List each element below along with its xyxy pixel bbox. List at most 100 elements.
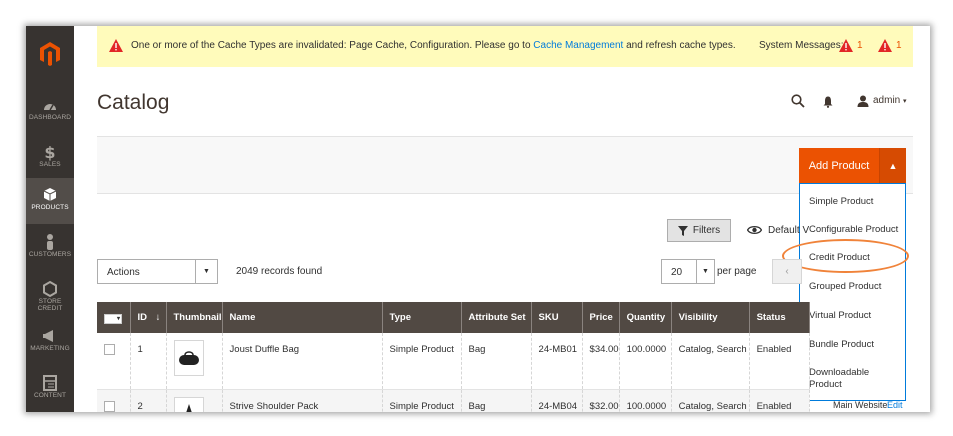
bell-icon[interactable] [823,96,833,108]
filters-label: Filters [692,225,721,236]
cache-management-link[interactable]: Cache Management [533,40,623,51]
table-row[interactable]: 2 Strive Shoulder Pack Simple Product Ba… [97,389,810,412]
sidebar-item-store-credit[interactable]: STORE CREDIT [26,272,74,318]
records-count: 2049 records found [236,266,323,277]
column-header-id[interactable]: ID ↓ [130,302,167,333]
warning-icon[interactable] [878,39,892,52]
system-message-count[interactable]: 1 [857,40,863,51]
row-checkbox[interactable] [104,344,115,355]
cell-thumbnail [166,333,223,390]
user-icon[interactable] [857,95,869,107]
column-header-status[interactable]: Status [749,302,810,333]
row-select-cell [97,333,131,390]
column-header-quantity[interactable]: Quantity [619,302,672,333]
cell-attribute-set: Bag [461,333,532,390]
warning-icon[interactable] [839,39,853,52]
layout-icon [43,375,57,391]
sidebar-item-sales[interactable]: $ SALES [26,135,74,181]
table-row[interactable]: 1 Joust Duffle Bag Simple Product Bag 24… [97,333,810,390]
admin-user-menu[interactable]: admin ▾ [873,95,907,106]
header-label: ID [137,312,148,323]
notice-text-end: and refresh cache types. [623,40,736,51]
sidebar-item-content[interactable]: CONTENT [26,366,74,412]
cell-id: 1 [130,333,167,390]
column-header-visibility[interactable]: Visibility [671,302,750,333]
product-grid: ▾ ID ↓ Thumbnail Name Type Attribute Set… [97,302,810,412]
admin-window: DASHBOARD $ SALES PRODUCTS CUSTOMERS STO… [26,26,930,412]
cell-name: Strive Shoulder Pack [222,389,383,412]
notice-message: One or more of the Cache Types are inval… [131,40,736,51]
filters-button[interactable]: Filters [667,219,731,242]
cell-quantity: 100.0000 [619,333,672,390]
grid-header-row: ▾ ID ↓ Thumbnail Name Type Attribute Set… [97,302,810,333]
mass-select-header[interactable]: ▾ [97,302,131,333]
cell-id: 2 [130,389,167,412]
column-header-price[interactable]: Price [582,302,620,333]
cell-name: Joust Duffle Bag [222,333,383,390]
default-view-selector[interactable]: Default V [768,225,809,236]
admin-username: admin [873,95,901,106]
dashboard-icon [44,104,56,111]
mass-select-dropdown[interactable]: ▾ [104,313,122,324]
menu-item-grouped-product[interactable]: Grouped Product [809,281,881,293]
column-header-attribute-set[interactable]: Attribute Set [461,302,532,333]
actions-select[interactable]: Actions ▼ [97,259,218,284]
column-header-type[interactable]: Type [382,302,462,333]
product-thumbnail[interactable] [173,340,204,376]
chevron-up-icon[interactable]: ▲ [879,148,906,183]
menu-item-configurable-product[interactable]: Configurable Product [809,224,898,236]
page-title: Catalog [97,91,170,114]
product-thumbnail[interactable] [173,396,204,412]
svg-text:$: $ [44,143,55,161]
sidebar-item-label: CONTENT [33,392,67,399]
sidebar-item-marketing[interactable]: MARKETING [26,319,74,365]
cell-type: Simple Product [382,389,462,412]
row-select-cell [97,389,131,412]
search-icon[interactable] [791,94,805,108]
system-messages-label: System Messages: [759,40,844,51]
duffle-bag-image [178,351,199,365]
magento-logo[interactable] [26,26,74,81]
chevron-down-icon: ▾ [903,98,907,105]
menu-item-simple-product[interactable]: Simple Product [809,196,873,208]
eye-icon[interactable] [747,225,762,235]
per-page-value: 20 [671,267,683,278]
cell-websites: Main Website [833,400,888,410]
page-actions-bar [97,136,913,194]
column-header-sku[interactable]: SKU [531,302,583,333]
cell-attribute-set: Bag [461,389,532,412]
warning-icon [109,39,123,52]
sidebar-item-label: PRODUCTS [31,204,69,211]
column-header-thumbnail[interactable]: Thumbnail [166,302,223,333]
cell-quantity: 100.0000 [619,389,672,412]
notice-text: One or more of the Cache Types are inval… [131,40,534,51]
row-checkbox[interactable] [104,400,115,412]
column-header-name[interactable]: Name [222,302,383,333]
system-message-count[interactable]: 1 [896,40,902,51]
funnel-icon [677,225,688,236]
shoulder-pack-image [185,404,192,412]
menu-item-bundle-product[interactable]: Bundle Product [809,339,874,351]
sidebar-item-products[interactable]: PRODUCTS [26,178,74,224]
chevron-down-icon[interactable]: ▼ [696,260,714,283]
per-page-label: per page [717,266,757,277]
menu-item-downloadable-product[interactable]: Downloadable Product [809,367,889,391]
add-product-label[interactable]: Add Product [799,148,879,183]
chevron-left-icon: ‹ [785,266,789,277]
cell-visibility: Catalog, Search [671,389,750,412]
cell-sku: 24-MB04 [531,389,583,412]
menu-item-virtual-product[interactable]: Virtual Product [809,310,871,322]
sidebar-item-customers[interactable]: CUSTOMERS [26,225,74,271]
add-product-button[interactable]: Add Product ▲ [799,148,906,183]
per-page-select[interactable]: 20 ▼ [661,259,715,284]
sort-arrow-icon: ↓ [155,312,161,323]
row-edit-link[interactable]: Edit [887,400,903,410]
cell-thumbnail [166,389,223,412]
cell-status: Enabled [749,333,810,390]
cell-price: $32.00 [582,389,620,412]
cell-sku: 24-MB01 [531,333,583,390]
sidebar-item-dashboard[interactable]: DASHBOARD [26,88,74,134]
previous-page-button[interactable]: ‹ [772,259,802,284]
chevron-down-icon[interactable]: ▼ [195,260,217,283]
sidebar-item-label: SALES [39,161,61,168]
